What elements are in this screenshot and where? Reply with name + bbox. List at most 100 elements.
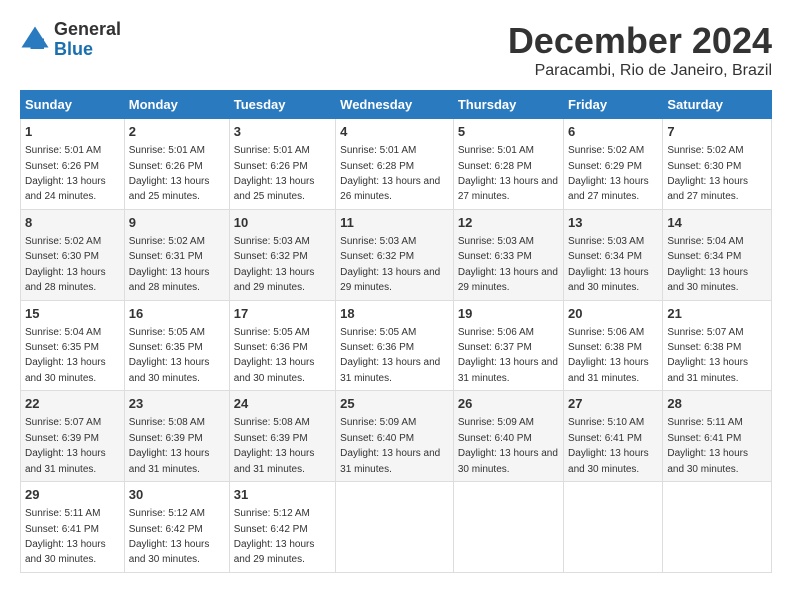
- sunset-info: Sunset: 6:41 PM: [667, 433, 741, 444]
- day-number: 26: [458, 395, 559, 413]
- sunset-info: Sunset: 6:42 PM: [234, 524, 308, 535]
- daylight-info: Daylight: 13 hours and 29 minutes.: [234, 267, 315, 293]
- logo-blue-text: Blue: [54, 39, 93, 59]
- day-number: 14: [667, 214, 767, 232]
- day-cell: 30 Sunrise: 5:12 AM Sunset: 6:42 PM Dayl…: [124, 482, 229, 573]
- daylight-info: Daylight: 13 hours and 31 minutes.: [129, 448, 210, 474]
- sunset-info: Sunset: 6:32 PM: [234, 251, 308, 262]
- daylight-info: Daylight: 13 hours and 28 minutes.: [129, 267, 210, 293]
- sunrise-info: Sunrise: 5:03 AM: [234, 236, 310, 247]
- day-number: 2: [129, 123, 225, 141]
- day-cell: 19 Sunrise: 5:06 AM Sunset: 6:37 PM Dayl…: [453, 300, 563, 391]
- sunrise-info: Sunrise: 5:05 AM: [340, 327, 416, 338]
- sunset-info: Sunset: 6:26 PM: [129, 161, 203, 172]
- column-header-thursday: Thursday: [453, 91, 563, 119]
- week-row-2: 8 Sunrise: 5:02 AM Sunset: 6:30 PM Dayli…: [21, 209, 772, 300]
- daylight-info: Daylight: 13 hours and 28 minutes.: [25, 267, 106, 293]
- sunset-info: Sunset: 6:39 PM: [234, 433, 308, 444]
- page-header: General Blue December 2024 Paracambi, Ri…: [20, 20, 772, 80]
- day-cell: 14 Sunrise: 5:04 AM Sunset: 6:34 PM Dayl…: [663, 209, 772, 300]
- column-header-saturday: Saturday: [663, 91, 772, 119]
- column-header-sunday: Sunday: [21, 91, 125, 119]
- sunset-info: Sunset: 6:36 PM: [340, 342, 414, 353]
- sunset-info: Sunset: 6:29 PM: [568, 161, 642, 172]
- day-cell: 12 Sunrise: 5:03 AM Sunset: 6:33 PM Dayl…: [453, 209, 563, 300]
- day-number: 1: [25, 123, 120, 141]
- day-cell: 5 Sunrise: 5:01 AM Sunset: 6:28 PM Dayli…: [453, 119, 563, 210]
- week-row-1: 1 Sunrise: 5:01 AM Sunset: 6:26 PM Dayli…: [21, 119, 772, 210]
- sunrise-info: Sunrise: 5:12 AM: [129, 508, 205, 519]
- day-cell: 31 Sunrise: 5:12 AM Sunset: 6:42 PM Dayl…: [229, 482, 335, 573]
- day-cell: [336, 482, 454, 573]
- week-row-5: 29 Sunrise: 5:11 AM Sunset: 6:41 PM Dayl…: [21, 482, 772, 573]
- day-cell: 20 Sunrise: 5:06 AM Sunset: 6:38 PM Dayl…: [564, 300, 663, 391]
- day-cell: [663, 482, 772, 573]
- day-cell: 11 Sunrise: 5:03 AM Sunset: 6:32 PM Dayl…: [336, 209, 454, 300]
- sunrise-info: Sunrise: 5:09 AM: [458, 417, 534, 428]
- sunrise-info: Sunrise: 5:01 AM: [25, 145, 101, 156]
- sunset-info: Sunset: 6:34 PM: [568, 251, 642, 262]
- day-cell: 24 Sunrise: 5:08 AM Sunset: 6:39 PM Dayl…: [229, 391, 335, 482]
- daylight-info: Daylight: 13 hours and 30 minutes.: [568, 267, 649, 293]
- daylight-info: Daylight: 13 hours and 30 minutes.: [129, 539, 210, 565]
- day-cell: 15 Sunrise: 5:04 AM Sunset: 6:35 PM Dayl…: [21, 300, 125, 391]
- daylight-info: Daylight: 13 hours and 29 minutes.: [234, 539, 315, 565]
- sunrise-info: Sunrise: 5:01 AM: [129, 145, 205, 156]
- day-number: 17: [234, 305, 331, 323]
- sunrise-info: Sunrise: 5:05 AM: [129, 327, 205, 338]
- day-cell: 25 Sunrise: 5:09 AM Sunset: 6:40 PM Dayl…: [336, 391, 454, 482]
- column-header-tuesday: Tuesday: [229, 91, 335, 119]
- sunset-info: Sunset: 6:39 PM: [25, 433, 99, 444]
- daylight-info: Daylight: 13 hours and 30 minutes.: [129, 357, 210, 383]
- day-number: 24: [234, 395, 331, 413]
- day-number: 8: [25, 214, 120, 232]
- header-row: SundayMondayTuesdayWednesdayThursdayFrid…: [21, 91, 772, 119]
- logo-text: General Blue: [54, 20, 121, 60]
- daylight-info: Daylight: 13 hours and 31 minutes.: [458, 357, 558, 383]
- daylight-info: Daylight: 13 hours and 30 minutes.: [458, 448, 558, 474]
- sunset-info: Sunset: 6:40 PM: [340, 433, 414, 444]
- day-number: 12: [458, 214, 559, 232]
- daylight-info: Daylight: 13 hours and 27 minutes.: [667, 176, 748, 202]
- sunset-info: Sunset: 6:30 PM: [25, 251, 99, 262]
- sunset-info: Sunset: 6:26 PM: [25, 161, 99, 172]
- day-cell: 22 Sunrise: 5:07 AM Sunset: 6:39 PM Dayl…: [21, 391, 125, 482]
- day-number: 18: [340, 305, 449, 323]
- daylight-info: Daylight: 13 hours and 24 minutes.: [25, 176, 106, 202]
- daylight-info: Daylight: 13 hours and 31 minutes.: [340, 357, 440, 383]
- sunrise-info: Sunrise: 5:01 AM: [458, 145, 534, 156]
- sunrise-info: Sunrise: 5:01 AM: [340, 145, 416, 156]
- logo: General Blue: [20, 20, 121, 60]
- day-cell: 18 Sunrise: 5:05 AM Sunset: 6:36 PM Dayl…: [336, 300, 454, 391]
- sunset-info: Sunset: 6:28 PM: [340, 161, 414, 172]
- sunrise-info: Sunrise: 5:11 AM: [667, 417, 742, 428]
- day-number: 30: [129, 486, 225, 504]
- day-number: 29: [25, 486, 120, 504]
- sunrise-info: Sunrise: 5:11 AM: [25, 508, 100, 519]
- sunset-info: Sunset: 6:33 PM: [458, 251, 532, 262]
- day-cell: 28 Sunrise: 5:11 AM Sunset: 6:41 PM Dayl…: [663, 391, 772, 482]
- daylight-info: Daylight: 13 hours and 31 minutes.: [25, 448, 106, 474]
- daylight-info: Daylight: 13 hours and 30 minutes.: [25, 357, 106, 383]
- sunset-info: Sunset: 6:34 PM: [667, 251, 741, 262]
- sunset-info: Sunset: 6:32 PM: [340, 251, 414, 262]
- sunrise-info: Sunrise: 5:03 AM: [458, 236, 534, 247]
- logo-icon: [20, 25, 50, 55]
- day-number: 7: [667, 123, 767, 141]
- day-number: 25: [340, 395, 449, 413]
- week-row-4: 22 Sunrise: 5:07 AM Sunset: 6:39 PM Dayl…: [21, 391, 772, 482]
- day-cell: 2 Sunrise: 5:01 AM Sunset: 6:26 PM Dayli…: [124, 119, 229, 210]
- sunset-info: Sunset: 6:37 PM: [458, 342, 532, 353]
- daylight-info: Daylight: 13 hours and 25 minutes.: [234, 176, 315, 202]
- sunset-info: Sunset: 6:41 PM: [25, 524, 99, 535]
- day-cell: [453, 482, 563, 573]
- sunset-info: Sunset: 6:31 PM: [129, 251, 203, 262]
- day-cell: 6 Sunrise: 5:02 AM Sunset: 6:29 PM Dayli…: [564, 119, 663, 210]
- sunrise-info: Sunrise: 5:05 AM: [234, 327, 310, 338]
- day-number: 31: [234, 486, 331, 504]
- day-number: 21: [667, 305, 767, 323]
- day-cell: 26 Sunrise: 5:09 AM Sunset: 6:40 PM Dayl…: [453, 391, 563, 482]
- sunrise-info: Sunrise: 5:07 AM: [25, 417, 101, 428]
- day-cell: 23 Sunrise: 5:08 AM Sunset: 6:39 PM Dayl…: [124, 391, 229, 482]
- daylight-info: Daylight: 13 hours and 30 minutes.: [234, 357, 315, 383]
